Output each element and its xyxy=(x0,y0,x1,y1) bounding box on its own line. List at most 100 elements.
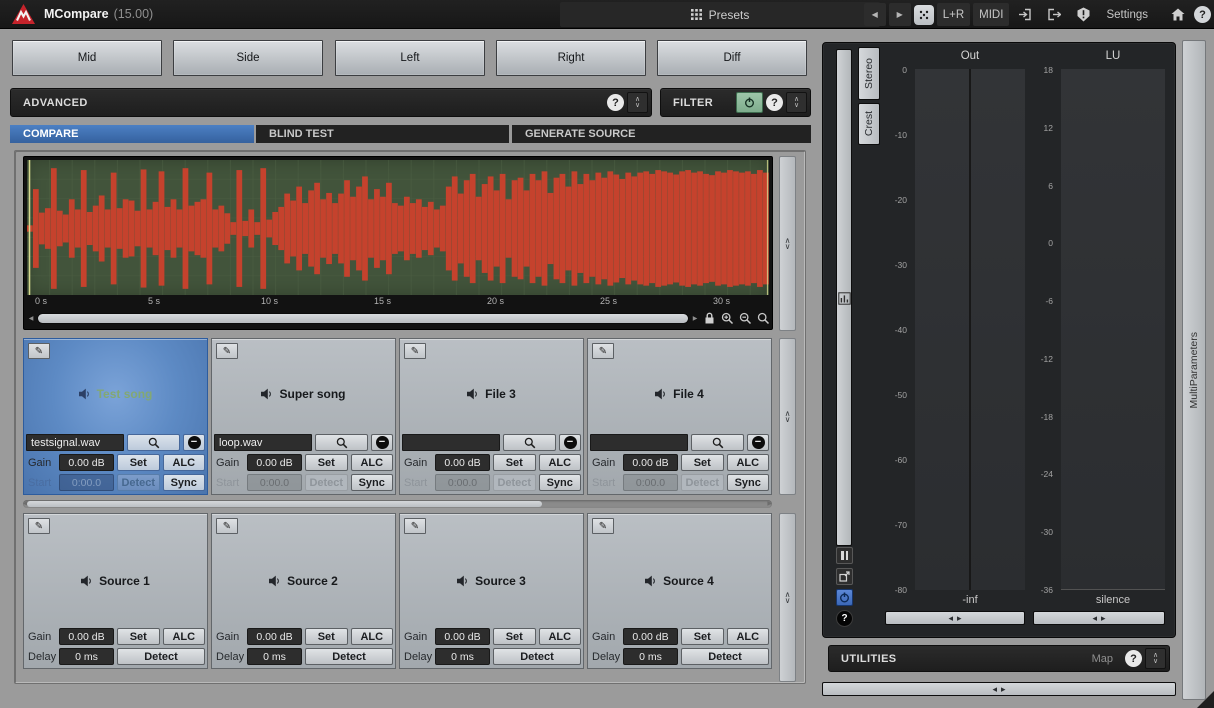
remove-button[interactable]: − xyxy=(183,434,205,451)
lock-button[interactable] xyxy=(701,311,717,326)
tab-generate-source[interactable]: GENERATE SOURCE xyxy=(512,125,811,143)
set-button[interactable]: Set xyxy=(117,454,160,471)
bottom-range-slider[interactable]: ◂▸ xyxy=(822,682,1176,696)
meters-help-button[interactable]: ? xyxy=(836,610,853,627)
edit-pencil-icon[interactable]: ✎ xyxy=(216,518,238,534)
notification-button[interactable] xyxy=(1070,3,1097,26)
edit-pencil-icon[interactable]: ✎ xyxy=(216,343,238,359)
delay-value[interactable]: 0 ms xyxy=(59,648,114,665)
set-button[interactable]: Set xyxy=(493,454,536,471)
browse-button[interactable] xyxy=(315,434,368,451)
out-meter[interactable] xyxy=(915,69,1025,590)
next-preset-button[interactable]: ▶ xyxy=(889,3,911,26)
remove-button[interactable]: − xyxy=(371,434,393,451)
sync-button[interactable]: Sync xyxy=(163,474,206,491)
presets-button[interactable]: Presets xyxy=(560,2,880,27)
remove-button[interactable]: − xyxy=(559,434,581,451)
alc-button[interactable]: ALC xyxy=(163,628,206,645)
filename-field[interactable]: loop.wav xyxy=(214,434,312,451)
import-button[interactable] xyxy=(1012,3,1038,26)
waveform-scrollbar[interactable] xyxy=(37,313,689,324)
sync-button[interactable]: Sync xyxy=(539,474,582,491)
source-slots-resize-handle[interactable]: ∧∨ xyxy=(779,513,796,682)
gain-value[interactable]: 0.00 dB xyxy=(435,454,490,471)
start-value[interactable]: 0:00.0 xyxy=(59,474,114,491)
start-value[interactable]: 0:00.0 xyxy=(623,474,678,491)
meter-zoom-slider[interactable] xyxy=(836,49,852,546)
gain-value[interactable]: 0.00 dB xyxy=(59,454,114,471)
meters-power-button[interactable] xyxy=(836,589,853,606)
source-slot-1[interactable]: ✎ Source 1 Gain 0.00 dB Set ALC Delay 0 … xyxy=(23,513,208,669)
gain-value[interactable]: 0.00 dB xyxy=(59,628,114,645)
alc-button[interactable]: ALC xyxy=(727,628,770,645)
gain-value[interactable]: 0.00 dB xyxy=(247,628,302,645)
channel-button-diff[interactable]: Diff xyxy=(657,40,807,76)
advanced-help-button[interactable]: ? xyxy=(607,94,624,111)
utilities-collapse-button[interactable]: ∧∨ xyxy=(1145,648,1166,669)
filename-field[interactable] xyxy=(402,434,500,451)
channel-button-side[interactable]: Side xyxy=(173,40,323,76)
set-button[interactable]: Set xyxy=(305,454,348,471)
advanced-collapse-button[interactable]: ∧∨ xyxy=(627,92,648,113)
alc-button[interactable]: ALC xyxy=(539,454,582,471)
tab-compare[interactable]: COMPARE xyxy=(10,125,254,143)
filename-field[interactable]: testsignal.wav xyxy=(26,434,124,451)
delay-value[interactable]: 0 ms xyxy=(435,648,490,665)
scrollbar-handle[interactable] xyxy=(27,501,542,507)
file-slots-resize-handle[interactable]: ∧∨ xyxy=(779,338,796,495)
browse-button[interactable] xyxy=(691,434,744,451)
scroll-left-icon[interactable]: ◀ xyxy=(27,315,35,322)
edit-pencil-icon[interactable]: ✎ xyxy=(404,518,426,534)
browse-button[interactable] xyxy=(127,434,180,451)
tab-blind-test[interactable]: BLIND TEST xyxy=(256,125,509,143)
home-button[interactable] xyxy=(1165,3,1191,26)
edit-pencil-icon[interactable]: ✎ xyxy=(404,343,426,359)
utilities-bar[interactable]: UTILITIES Map ? ∧∨ xyxy=(828,645,1170,672)
alc-button[interactable]: ALC xyxy=(351,628,394,645)
remove-button[interactable]: − xyxy=(747,434,769,451)
edit-pencil-icon[interactable]: ✎ xyxy=(592,343,614,359)
help-button[interactable]: ? xyxy=(1194,6,1211,23)
filter-power-button[interactable] xyxy=(736,92,763,113)
midi-button[interactable]: MIDI xyxy=(973,3,1009,26)
filter-bar[interactable]: FILTER ? ∧∨ xyxy=(660,88,811,117)
waveform-display[interactable]: 0 s5 s10 s15 s20 s25 s30 s ◀ ▶ xyxy=(23,156,773,330)
source-slot-2[interactable]: ✎ Source 2 Gain 0.00 dB Set ALC Delay 0 … xyxy=(211,513,396,669)
gain-value[interactable]: 0.00 dB xyxy=(435,628,490,645)
export-button[interactable] xyxy=(1041,3,1067,26)
detect-button[interactable]: Detect xyxy=(493,474,536,491)
alc-button[interactable]: ALC xyxy=(539,628,582,645)
file-slot-3[interactable]: ✎ File 3 − Gain 0.00 dB Set ALC xyxy=(399,338,584,495)
edit-pencil-icon[interactable]: ✎ xyxy=(592,518,614,534)
gain-value[interactable]: 0.00 dB xyxy=(623,628,678,645)
settings-button[interactable]: Settings xyxy=(1100,3,1154,26)
sync-button[interactable]: Sync xyxy=(351,474,394,491)
alc-button[interactable]: ALC xyxy=(163,454,206,471)
random-preset-button[interactable] xyxy=(914,5,934,25)
zoom-in-button[interactable] xyxy=(719,311,735,326)
set-button[interactable]: Set xyxy=(681,454,724,471)
start-value[interactable]: 0:00.0 xyxy=(247,474,302,491)
advanced-bar[interactable]: ADVANCED ? ∧∨ xyxy=(10,88,652,117)
start-value[interactable]: 0:00.0 xyxy=(435,474,490,491)
gain-value[interactable]: 0.00 dB xyxy=(247,454,302,471)
detect-button[interactable]: Detect xyxy=(117,648,205,665)
delay-value[interactable]: 0 ms xyxy=(247,648,302,665)
slots-scrollbar[interactable]: ◀ ▶ xyxy=(23,500,772,508)
detect-button[interactable]: Detect xyxy=(117,474,160,491)
delay-value[interactable]: 0 ms xyxy=(623,648,678,665)
edit-pencil-icon[interactable]: ✎ xyxy=(28,518,50,534)
set-button[interactable]: Set xyxy=(493,628,536,645)
previous-preset-button[interactable]: ◀ xyxy=(864,3,886,26)
sync-button[interactable]: Sync xyxy=(727,474,770,491)
utilities-help-button[interactable]: ? xyxy=(1125,650,1142,667)
out-meter-range-slider[interactable]: ◂▸ xyxy=(885,611,1025,625)
file-slot-4[interactable]: ✎ File 4 − Gain 0.00 dB Set ALC xyxy=(587,338,772,495)
set-button[interactable]: Set xyxy=(117,628,160,645)
zoom-fit-button[interactable] xyxy=(755,311,771,326)
alc-button[interactable]: ALC xyxy=(727,454,770,471)
set-button[interactable]: Set xyxy=(681,628,724,645)
source-slot-3[interactable]: ✎ Source 3 Gain 0.00 dB Set ALC Delay 0 … xyxy=(399,513,584,669)
filter-help-button[interactable]: ? xyxy=(766,94,783,111)
pause-button[interactable] xyxy=(836,547,853,564)
